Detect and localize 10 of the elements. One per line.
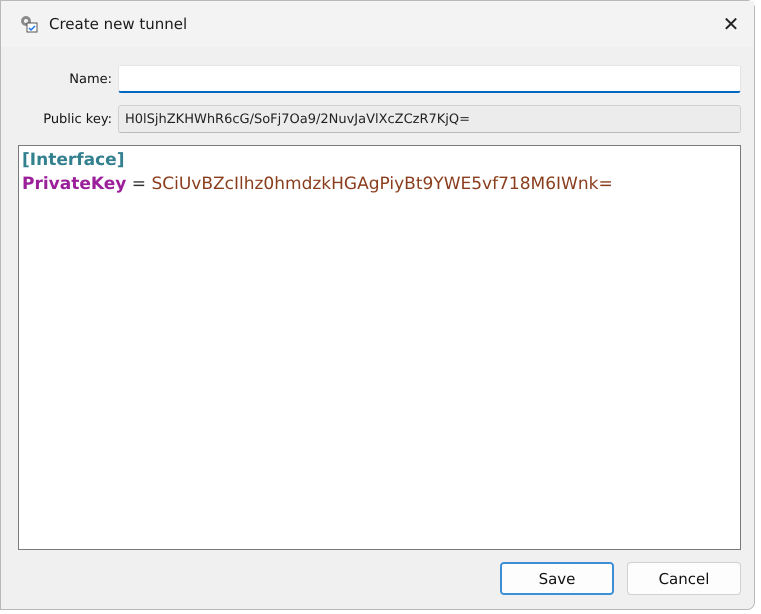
cancel-button[interactable]: Cancel <box>627 562 741 595</box>
window-title: Create new tunnel <box>49 15 188 33</box>
public-key-field[interactable]: H0lSjhZKHWhR6cG/SoFj7Oa9/2NuvJaVlXcZCzR7KjQ= <box>118 105 741 133</box>
close-button[interactable]: ✕ <box>708 1 754 47</box>
name-field[interactable] <box>118 65 741 93</box>
save-button[interactable]: Save <box>500 562 614 595</box>
field-label: Public key: <box>42 112 112 126</box>
field-label: Name: <box>68 72 112 86</box>
gear-calendar-icon <box>19 14 39 34</box>
config-editor[interactable]: [Interface] PrivateKey = SCiUvBZcIlhz0hmdzkHGAgPiyBt9YWE5vf718M6IWnk= <box>18 145 741 550</box>
